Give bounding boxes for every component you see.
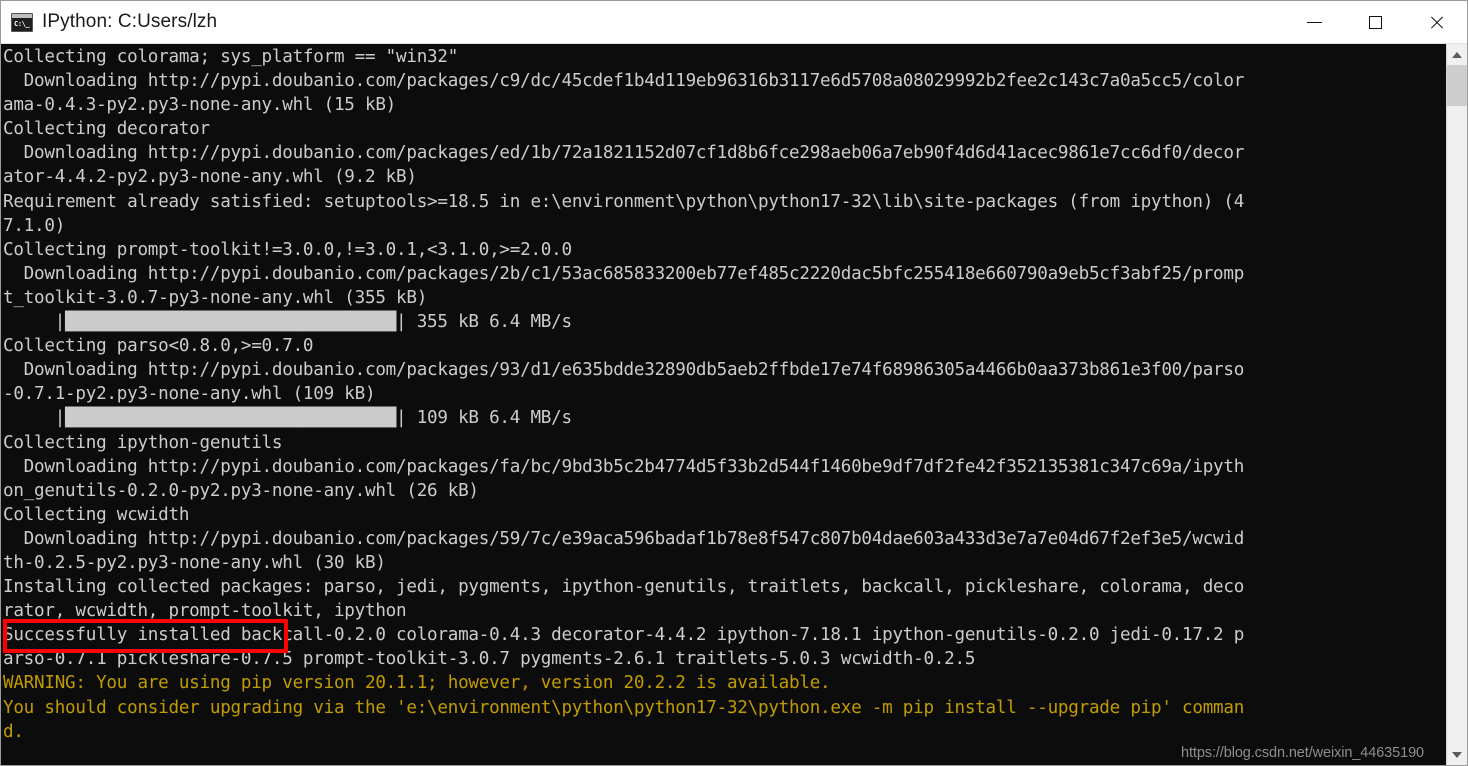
console-icon-prompt: C:\_ — [14, 19, 30, 28]
terminal-line: Requirement already satisfied: setuptool… — [3, 191, 1245, 212]
terminal-line: rator, wcwidth, prompt-toolkit, ipython — [3, 601, 407, 622]
terminal-line: Downloading http://pypi.doubanio.com/pac… — [3, 71, 1245, 92]
terminal-line: th-0.2.5-py2.py3-none-any.whl (30 kB) — [3, 552, 386, 573]
terminal-line: WARNING: You are using pip version 20.1.… — [3, 673, 831, 694]
terminal-line: You should consider upgrading via the 'e… — [3, 697, 1245, 718]
download-progress-bar: |████████████████████████████████| 109 k… — [3, 408, 572, 429]
maximize-icon — [1369, 15, 1382, 29]
minimize-icon — [1307, 21, 1322, 23]
terminal-line: on_genutils-0.2.0-py2.py3-none-any.whl (… — [3, 480, 479, 501]
terminal-line: t_toolkit-3.0.7-py3-none-any.whl (355 kB… — [3, 287, 428, 308]
terminal-line: ama-0.4.3-py2.py3-none-any.whl (15 kB) — [3, 95, 397, 116]
close-button[interactable] — [1406, 1, 1467, 43]
watermark-url: https://blog.csdn.net/weixin_44635190 — [1181, 745, 1424, 761]
up-arrow-icon — [1452, 51, 1462, 58]
minimize-button[interactable] — [1284, 1, 1345, 43]
terminal-line: Installing collected packages: parso, je… — [3, 577, 1245, 598]
close-icon — [1429, 14, 1445, 30]
download-progress-bar: |████████████████████████████████| 355 k… — [3, 312, 572, 333]
terminal-line: Collecting wcwidth — [3, 504, 190, 525]
console-area: Collecting colorama; sys_platform == "wi… — [1, 44, 1467, 765]
console-icon-titlestripe — [12, 13, 32, 18]
title-bar[interactable]: C:\_ IPython: C:Users/lzh — [1, 1, 1467, 44]
terminal-line: Successfully installed backcall-0.2.0 co… — [3, 625, 1245, 646]
terminal-output-pane[interactable]: Collecting colorama; sys_platform == "wi… — [1, 44, 1446, 765]
scrollbar-track[interactable] — [1447, 65, 1467, 744]
console-icon: C:\_ — [11, 12, 33, 32]
vertical-scrollbar[interactable] — [1446, 44, 1467, 765]
terminal-line: Collecting colorama; sys_platform == "wi… — [3, 47, 459, 67]
terminal-line: Downloading http://pypi.doubanio.com/pac… — [3, 263, 1245, 284]
terminal-line: -0.7.1-py2.py3-none-any.whl (109 kB) — [3, 384, 376, 405]
ipython-console-window: C:\_ IPython: C:Users/lzh Collecting col… — [0, 0, 1468, 766]
scrollbar-thumb[interactable] — [1447, 65, 1467, 106]
down-arrow-icon — [1452, 751, 1462, 758]
window-controls — [1284, 1, 1467, 43]
terminal-line: Collecting prompt-toolkit!=3.0.0,!=3.0.1… — [3, 239, 572, 260]
scroll-down-button[interactable] — [1447, 744, 1467, 765]
terminal-line: d. — [3, 721, 24, 742]
terminal-line: Collecting ipython-genutils — [3, 432, 283, 453]
terminal-line: Downloading http://pypi.doubanio.com/pac… — [3, 456, 1245, 477]
terminal-line: Collecting parso<0.8.0,>=0.7.0 — [3, 336, 314, 357]
terminal-line: arso-0.7.1 pickleshare-0.7.5 prompt-tool… — [3, 649, 976, 670]
terminal-line: Collecting decorator — [3, 119, 210, 140]
window-title: IPython: C:Users/lzh — [42, 11, 218, 32]
terminal-line: 7.1.0) — [3, 215, 66, 236]
title-bar-left: C:\_ IPython: C:Users/lzh — [1, 11, 217, 33]
terminal-line: Downloading http://pypi.doubanio.com/pac… — [3, 143, 1245, 164]
terminal-line: ator-4.4.2-py2.py3-none-any.whl (9.2 kB) — [3, 167, 417, 188]
terminal-line: Downloading http://pypi.doubanio.com/pac… — [3, 528, 1245, 549]
maximize-button[interactable] — [1345, 1, 1406, 43]
terminal-line: Downloading http://pypi.doubanio.com/pac… — [3, 360, 1245, 381]
terminal-text: Collecting colorama; sys_platform == "wi… — [1, 44, 1446, 744]
scroll-up-button[interactable] — [1447, 44, 1467, 65]
